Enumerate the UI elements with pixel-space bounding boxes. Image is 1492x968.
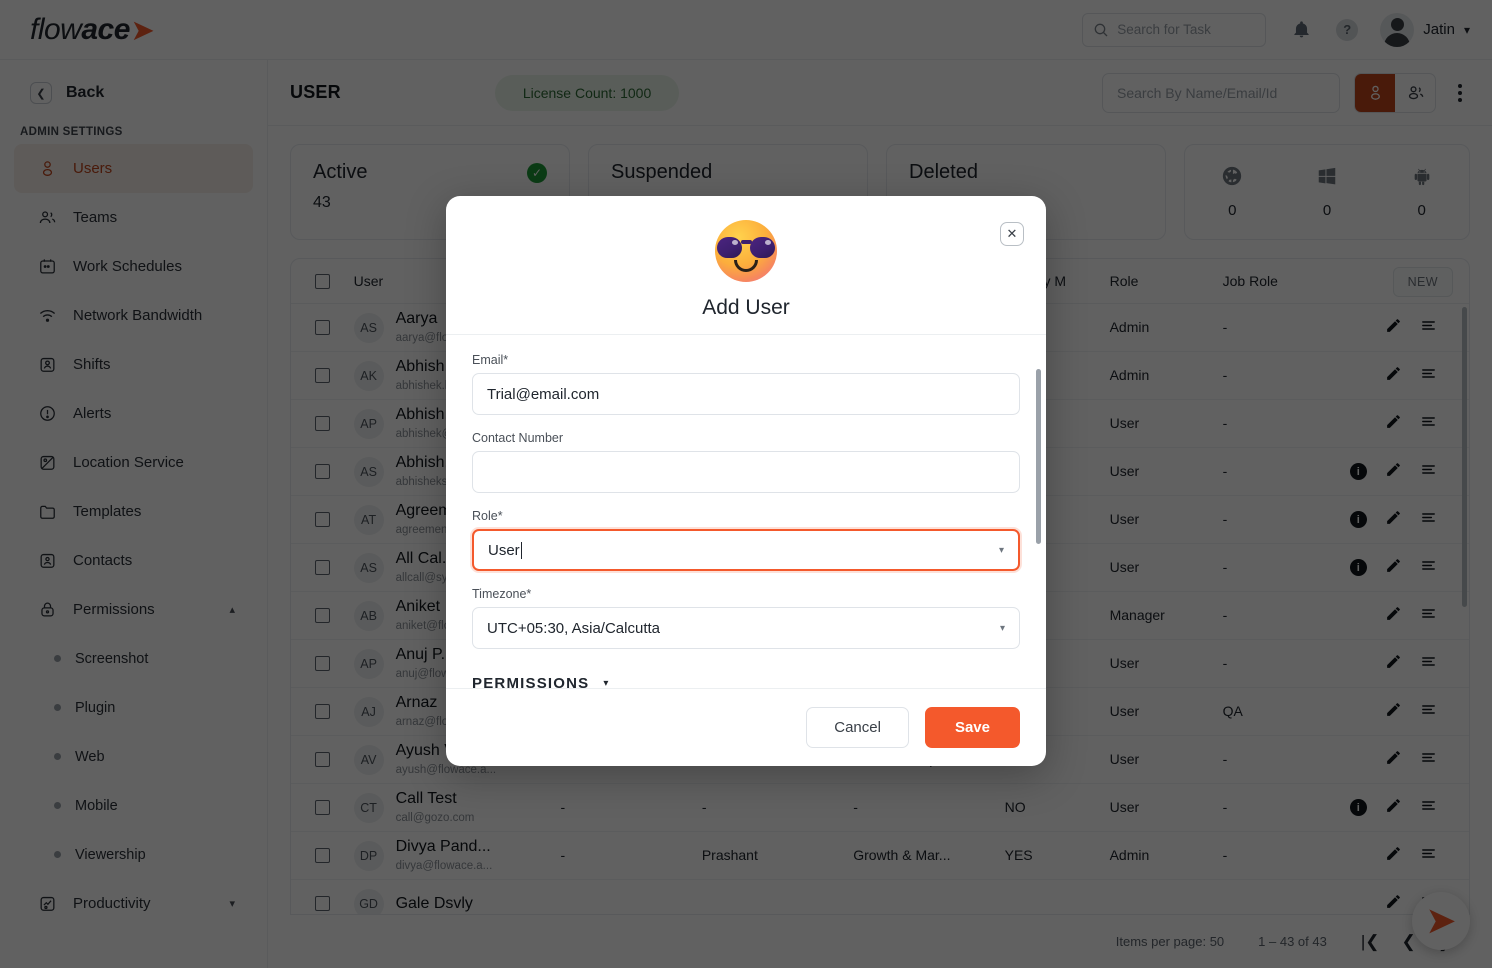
field-label: Contact Number xyxy=(472,431,564,445)
contact-number-field[interactable] xyxy=(472,451,1020,493)
email-field[interactable]: Trial@email.com xyxy=(472,373,1020,415)
modal-scrollbar[interactable] xyxy=(1036,369,1041,544)
field-timezone: Timezone* UTC+05:30, Asia/Calcutta ▾ xyxy=(472,587,1020,649)
sunglass-left xyxy=(717,237,742,258)
text-caret xyxy=(520,541,522,559)
field-label: Role* xyxy=(472,509,503,523)
sunglass-right xyxy=(750,237,775,258)
app-root: flowace➤ Search for Task ? Jatin ▾ xyxy=(0,0,1492,968)
chevron-down-icon: ▾ xyxy=(999,622,1005,634)
cancel-button[interactable]: Cancel xyxy=(806,707,909,748)
field-value: Trial@email.com xyxy=(487,385,600,403)
chevron-down-icon: ▾ xyxy=(998,544,1004,556)
field-value: UTC+05:30, Asia/Calcutta xyxy=(487,619,661,637)
save-button[interactable]: Save xyxy=(924,707,1020,748)
modal-header: Add User ✕ xyxy=(446,196,1046,334)
permissions-label: PERMISSIONS xyxy=(472,675,590,688)
field-role: Role* User ▾ xyxy=(472,509,1020,571)
close-icon[interactable]: ✕ xyxy=(1000,222,1024,246)
field-label: Timezone* xyxy=(472,587,532,601)
timezone-select[interactable]: UTC+05:30, Asia/Calcutta ▾ xyxy=(472,607,1020,649)
smile-shape xyxy=(734,260,758,272)
chevron-down-icon: ▾ xyxy=(603,678,609,688)
add-user-modal: Add User ✕ Email* Trial@email.com Contac… xyxy=(446,196,1046,766)
permissions-section-toggle[interactable]: PERMISSIONS ▾ xyxy=(472,675,1020,688)
role-select[interactable]: User ▾ xyxy=(472,529,1020,571)
modal-footer: Cancel Save xyxy=(446,688,1046,766)
field-value: User xyxy=(488,541,520,559)
field-label: Email* xyxy=(472,353,509,367)
field-email: Email* Trial@email.com xyxy=(472,353,1020,415)
cool-face-emoji xyxy=(715,220,777,282)
modal-title: Add User xyxy=(702,296,790,319)
modal-body: Email* Trial@email.com Contact Number Ro… xyxy=(446,334,1046,688)
field-contact-number: Contact Number xyxy=(472,431,1020,493)
